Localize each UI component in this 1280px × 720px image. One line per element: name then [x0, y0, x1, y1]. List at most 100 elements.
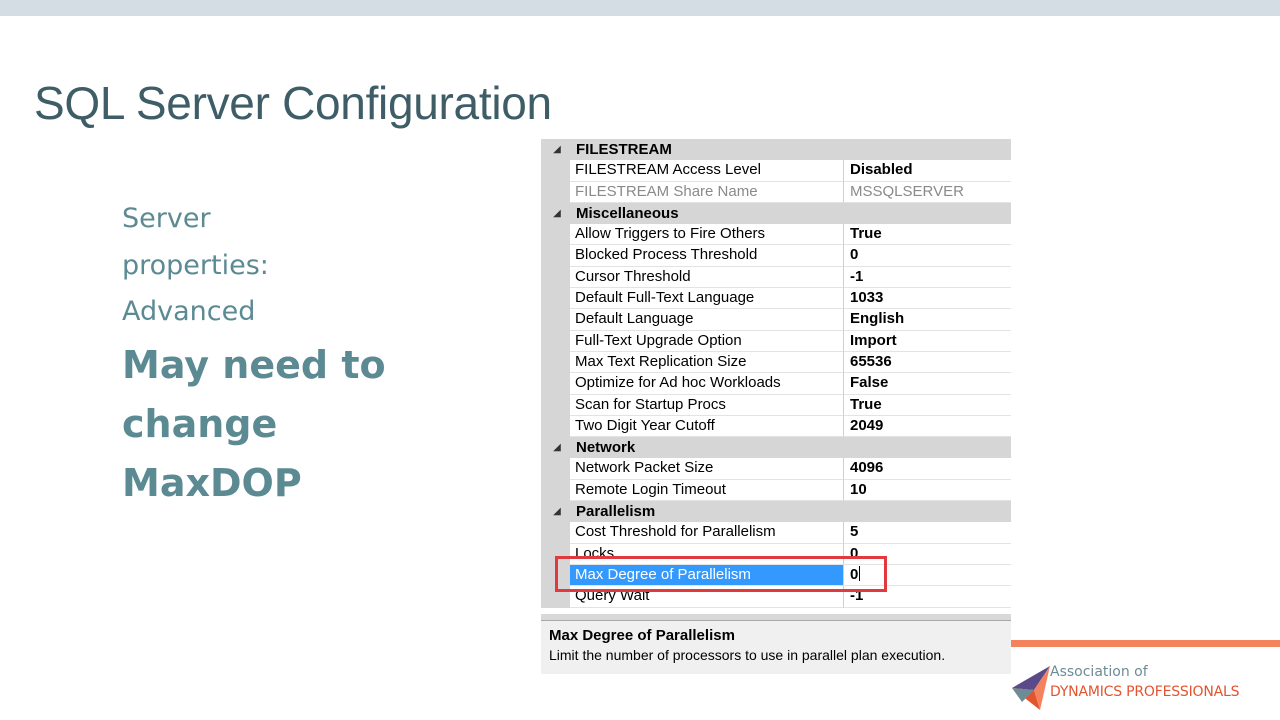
property-grid-rows: ◢ FILESTREAM FILESTREAM Access Level Disabl…: [541, 139, 1011, 608]
property-row[interactable]: Network Packet Size 4096: [541, 458, 1011, 480]
property-value[interactable]: 5: [844, 522, 1011, 544]
property-name[interactable]: Max Text Replication Size: [570, 351, 844, 374]
property-value[interactable]: 1033: [844, 288, 1011, 310]
row-gutter: [541, 309, 570, 331]
property-value-text: True: [850, 395, 882, 413]
property-name[interactable]: Cost Threshold for Parallelism: [570, 522, 844, 544]
property-value-text: 1033: [850, 289, 884, 307]
left-text-block: Server properties: Advanced May need to …: [122, 196, 442, 513]
property-value-text: 10: [850, 480, 867, 498]
property-value-text: True: [850, 225, 882, 243]
subtitle-line: properties:: [122, 249, 269, 281]
property-name[interactable]: Allow Triggers to Fire Others: [570, 224, 844, 246]
slide-title: SQL Server Configuration: [34, 77, 552, 129]
property-value[interactable]: 2049: [844, 416, 1011, 438]
property-value-text: Disabled: [850, 161, 913, 179]
category-row[interactable]: ◢ Parallelism: [541, 501, 1011, 523]
property-value[interactable]: English: [844, 309, 1011, 331]
category-label: Network: [576, 439, 636, 457]
property-value[interactable]: -1: [844, 267, 1011, 289]
property-row[interactable]: Scan for Startup Procs True: [541, 394, 1011, 416]
property-row[interactable]: Cost Threshold for Parallelism 5: [541, 522, 1011, 544]
description-title: Max Degree of Parallelism: [549, 627, 735, 644]
emphasis-line: change: [122, 401, 278, 446]
row-gutter: [541, 160, 570, 182]
row-gutter: [541, 266, 570, 289]
property-name[interactable]: Blocked Process Threshold: [570, 245, 844, 267]
property-value[interactable]: 4096: [844, 458, 1011, 480]
property-value-text: 2049: [850, 416, 884, 434]
property-value[interactable]: MSSQLSERVER: [844, 182, 1011, 203]
property-value-text: 65536: [850, 352, 892, 370]
row-gutter: [541, 181, 570, 203]
property-row[interactable]: Cursor Threshold -1: [541, 266, 1011, 289]
row-gutter: [541, 479, 570, 502]
category-row[interactable]: ◢ Miscellaneous: [541, 202, 1011, 225]
property-value[interactable]: 10: [844, 480, 1011, 502]
row-gutter: [541, 330, 570, 352]
property-value[interactable]: True: [844, 224, 1011, 246]
property-name[interactable]: Network Packet Size: [570, 458, 844, 480]
row-gutter: [541, 288, 570, 310]
property-value[interactable]: Disabled: [844, 160, 1011, 182]
property-name[interactable]: Default Full-Text Language: [570, 288, 844, 310]
row-gutter: [541, 245, 570, 267]
property-value-text: False: [850, 374, 889, 392]
collapse-toggle-icon[interactable]: ◢: [549, 142, 565, 158]
property-value-text: Import: [850, 331, 897, 349]
property-value[interactable]: False: [844, 373, 1011, 395]
property-value-text: MSSQLSERVER: [850, 182, 964, 200]
property-name[interactable]: Cursor Threshold: [570, 266, 844, 289]
property-name[interactable]: Scan for Startup Procs: [570, 394, 844, 416]
property-value-text: 5: [850, 523, 859, 541]
property-value[interactable]: 65536: [844, 352, 1011, 374]
collapse-toggle-icon[interactable]: ◢: [549, 504, 565, 520]
logo-line-2: DYNAMICS PROFESSIONALS: [1050, 684, 1240, 700]
property-row[interactable]: Allow Triggers to Fire Others True: [541, 224, 1011, 246]
property-value-text: 0: [850, 246, 859, 264]
property-row[interactable]: Full-Text Upgrade Option Import: [541, 330, 1011, 352]
property-row[interactable]: Optimize for Ad hoc Workloads False: [541, 373, 1011, 395]
property-row[interactable]: Two Digit Year Cutoff 2049: [541, 415, 1011, 438]
property-grid: ◢ FILESTREAM FILESTREAM Access Level Disabl…: [541, 137, 1011, 674]
accent-bar: [1011, 640, 1280, 647]
subtitle-line: Advanced: [122, 296, 256, 327]
property-name[interactable]: Default Language: [570, 309, 844, 331]
property-row[interactable]: FILESTREAM Share Name MSSQLSERVER: [541, 181, 1011, 203]
collapse-toggle-icon[interactable]: ◢: [549, 206, 565, 222]
property-value[interactable]: Import: [844, 331, 1011, 352]
property-row[interactable]: Default Full-Text Language 1033: [541, 288, 1011, 310]
property-name[interactable]: FILESTREAM Access Level: [570, 160, 844, 182]
collapse-toggle-icon[interactable]: ◢: [549, 440, 565, 456]
property-name[interactable]: Optimize for Ad hoc Workloads: [570, 373, 844, 395]
category-label: Miscellaneous: [576, 204, 679, 222]
property-name[interactable]: FILESTREAM Share Name: [570, 181, 844, 203]
emphasis-line: May need to: [122, 342, 386, 387]
logo-line-1: Association of: [1050, 664, 1148, 680]
row-gutter: [541, 522, 570, 544]
logo: Association of DYNAMICS PROFESSIONALS: [1008, 658, 1280, 714]
description-panel: Max Degree of Parallelism Limit the numb…: [541, 620, 1011, 674]
category-label: Parallelism: [576, 503, 656, 521]
property-name[interactable]: Remote Login Timeout: [570, 479, 844, 502]
property-value-text: English: [850, 310, 905, 328]
property-value[interactable]: 0: [844, 245, 1011, 267]
category-row[interactable]: ◢ FILESTREAM: [541, 139, 1011, 161]
property-value[interactable]: True: [844, 395, 1011, 416]
property-row[interactable]: Default Language English: [541, 309, 1011, 331]
property-row[interactable]: FILESTREAM Access Level Disabled: [541, 160, 1011, 182]
top-bar: [0, 0, 1280, 16]
row-gutter: [541, 458, 570, 480]
category-row[interactable]: ◢ Network: [541, 437, 1011, 459]
property-value-text: -1: [850, 267, 864, 285]
property-name[interactable]: Full-Text Upgrade Option: [570, 330, 844, 352]
row-gutter: [541, 224, 570, 246]
property-row[interactable]: Blocked Process Threshold 0: [541, 245, 1011, 267]
property-row[interactable]: Max Text Replication Size 65536: [541, 351, 1011, 374]
row-gutter: [541, 415, 570, 438]
property-name[interactable]: Two Digit Year Cutoff: [570, 415, 844, 438]
emphasis-line: MaxDOP: [122, 460, 302, 505]
subtitle-line: Server: [122, 203, 211, 234]
property-row[interactable]: Remote Login Timeout 10: [541, 479, 1011, 502]
row-gutter: [541, 373, 570, 395]
